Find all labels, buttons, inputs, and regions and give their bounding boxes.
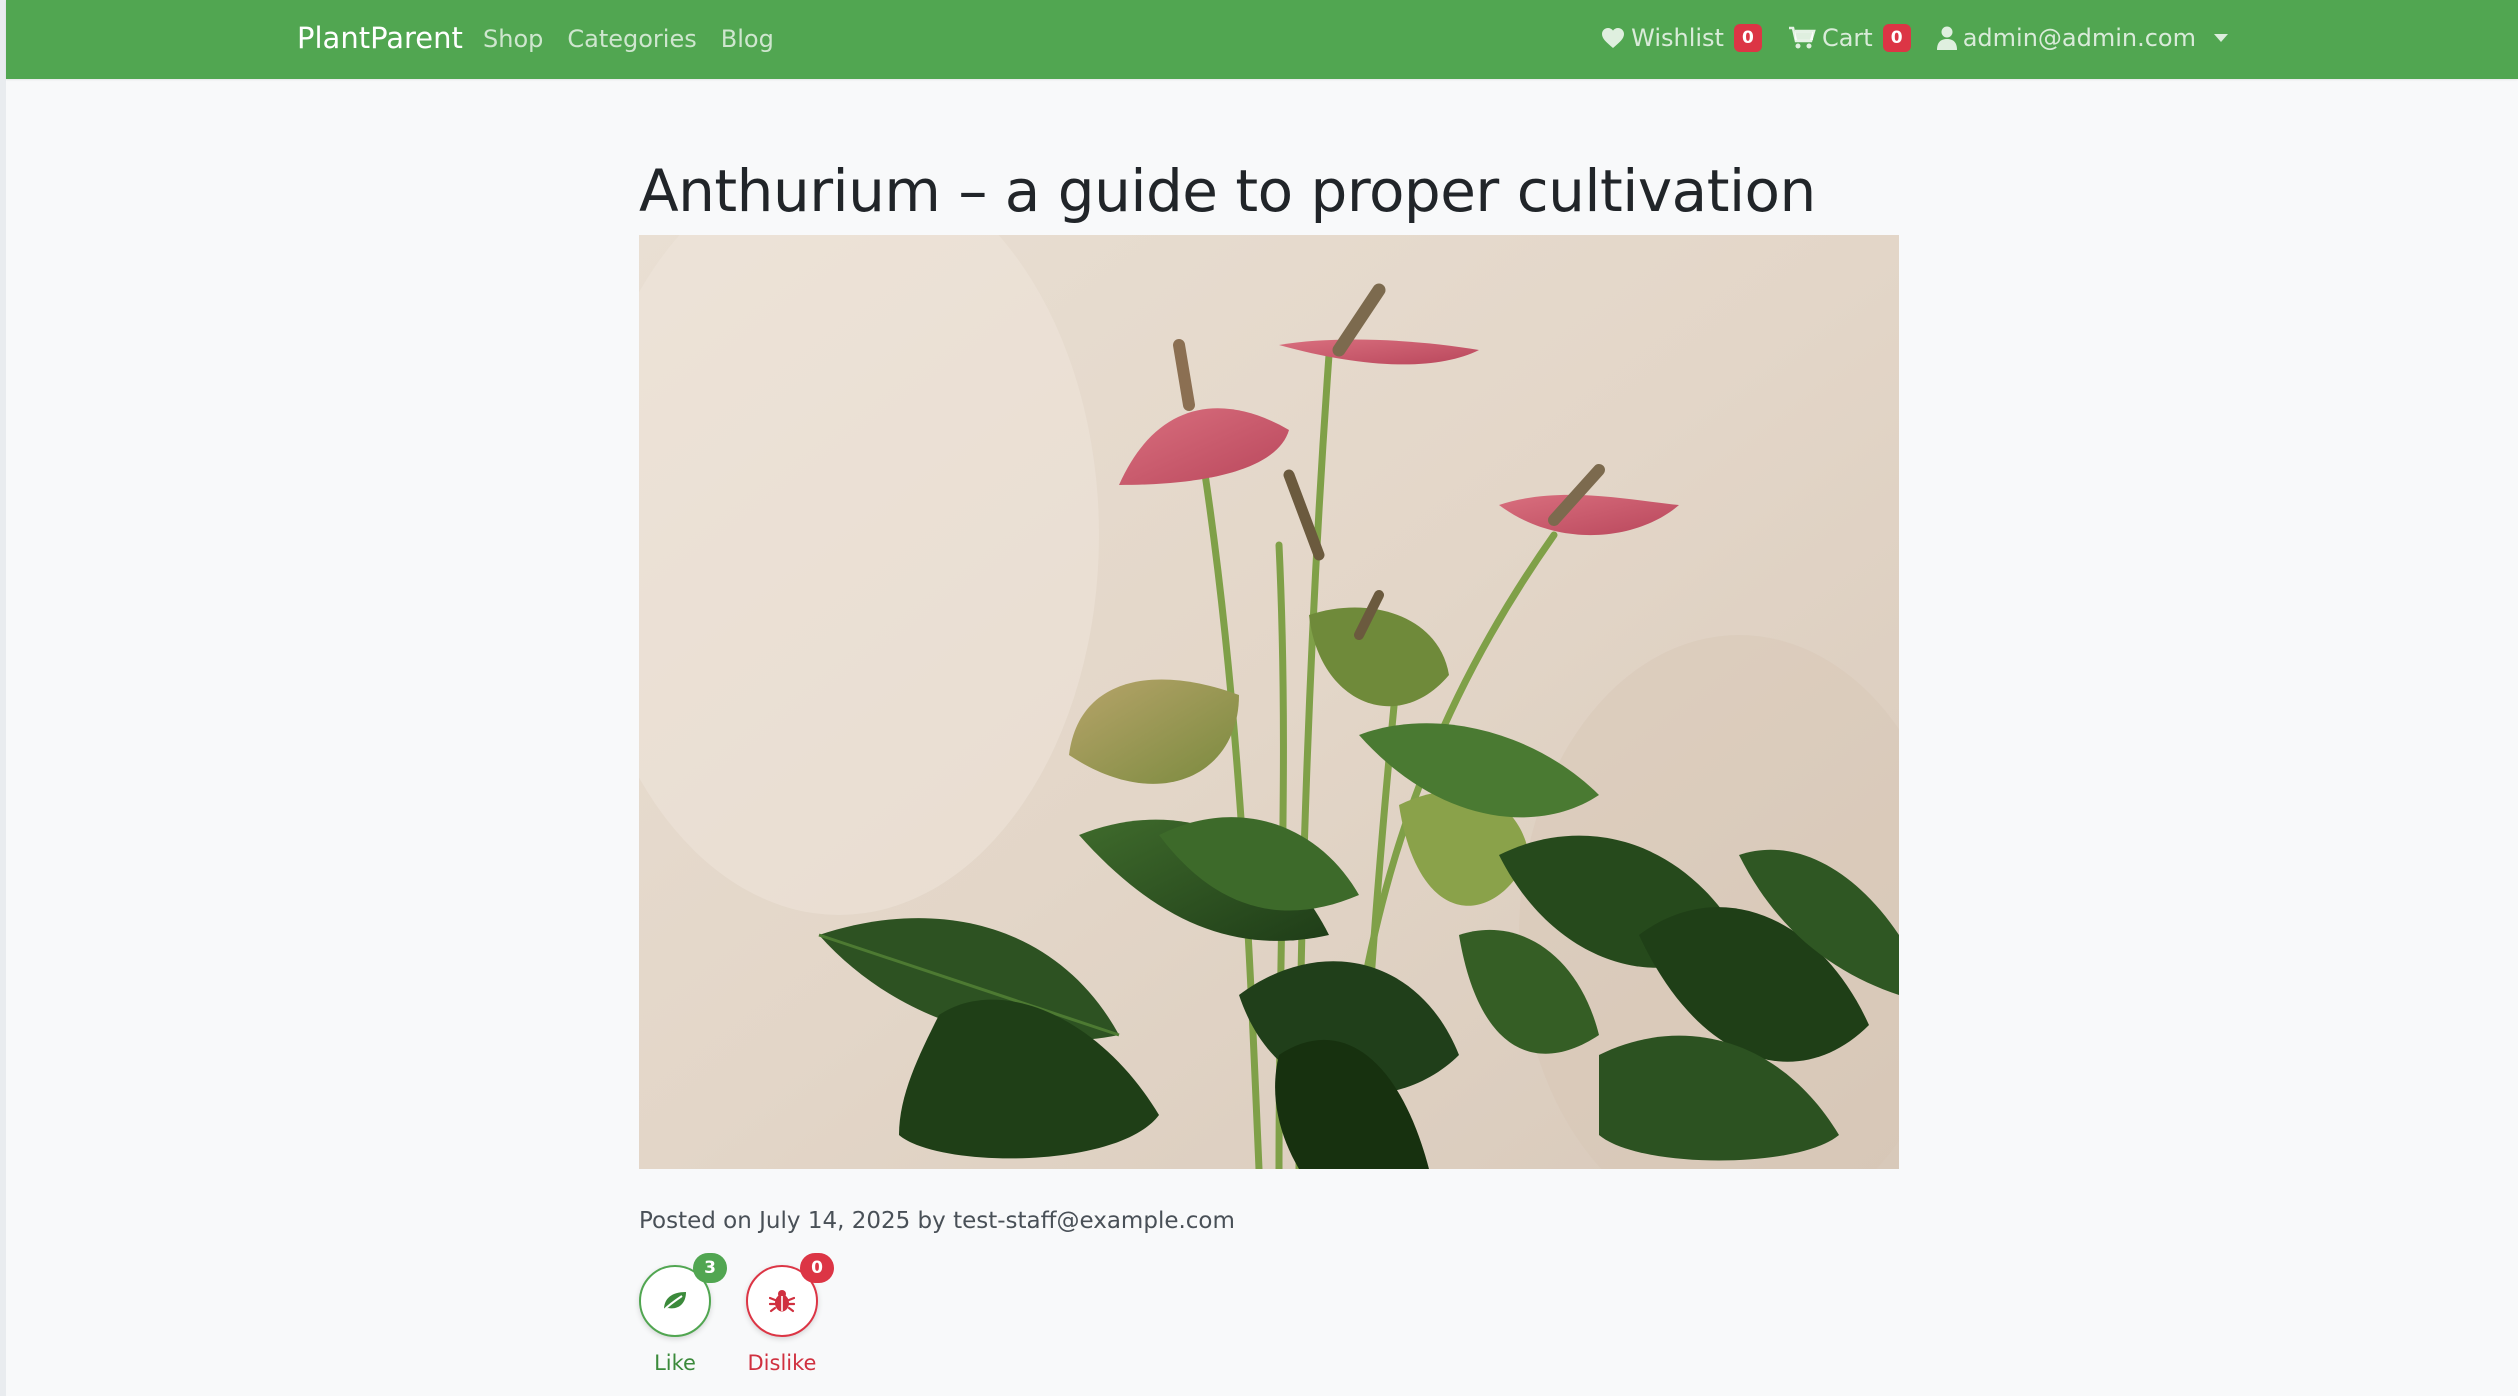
like-count-badge: 3 — [693, 1253, 727, 1283]
page-left-edge — [0, 0, 6, 1396]
bug-icon — [769, 1290, 795, 1313]
nav-right: Wishlist 0 Cart 0 admin@admin.com — [1601, 20, 2228, 56]
nav-link-blog[interactable]: Blog — [721, 22, 774, 56]
nav-links: Shop Categories Blog — [483, 22, 774, 56]
wishlist-label: Wishlist — [1631, 24, 1724, 52]
post-meta: Posted on July 14, 2025 by test-staff@ex… — [639, 1208, 1235, 1234]
user-dropdown[interactable]: admin@admin.com — [1936, 20, 2228, 56]
like-button[interactable]: 3 — [639, 1253, 727, 1337]
like-label: Like — [654, 1351, 696, 1375]
top-navbar: PlantParent Shop Categories Blog Wishlis… — [6, 0, 2518, 79]
user-icon — [1936, 26, 1957, 50]
cart-count-badge: 0 — [1882, 24, 1911, 52]
reactions-bar: 3 Like 0 Dislike — [639, 1253, 834, 1377]
leaf-icon — [663, 1292, 686, 1311]
wishlist-count-badge: 0 — [1733, 24, 1762, 52]
chevron-down-icon — [2214, 34, 2228, 42]
post-title: Anthurium – a guide to proper cultivatio… — [639, 157, 1816, 225]
anthurium-plant-photo — [639, 235, 1899, 1169]
dislike-button[interactable]: 0 — [746, 1253, 834, 1337]
brand-logo[interactable]: PlantParent — [297, 18, 463, 58]
dislike-reaction[interactable]: 0 Dislike — [746, 1253, 834, 1377]
cart-link[interactable]: Cart 0 — [1788, 20, 1911, 56]
dislike-count-badge: 0 — [800, 1253, 834, 1283]
nav-link-categories[interactable]: Categories — [567, 22, 696, 56]
like-reaction[interactable]: 3 Like — [639, 1253, 727, 1377]
user-email-label: admin@admin.com — [1962, 24, 2196, 52]
dislike-label: Dislike — [747, 1351, 817, 1375]
heart-icon — [1602, 28, 1625, 48]
post-image — [639, 235, 1899, 1169]
nav-link-shop[interactable]: Shop — [483, 22, 543, 56]
wishlist-link[interactable]: Wishlist 0 — [1601, 20, 1762, 56]
cart-icon — [1788, 26, 1816, 49]
cart-label: Cart — [1821, 24, 1873, 52]
